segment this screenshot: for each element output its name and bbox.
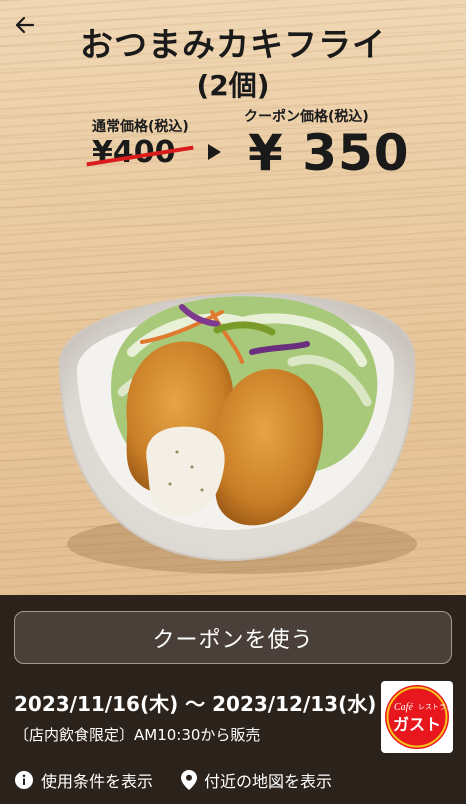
brand-cafe-text: Café — [394, 702, 413, 713]
nearby-map-link[interactable]: 付近の地図を表示 — [181, 768, 332, 792]
coupon-price: ¥ 350 — [248, 124, 410, 182]
location-pin-icon — [181, 770, 197, 790]
page-subtitle: (2個) — [196, 69, 270, 102]
terms-link[interactable]: 使用条件を表示 — [14, 768, 153, 792]
brand-name: ガスト — [393, 715, 441, 734]
availability-note: 〔店内飲食限定〕AM10:30から販売 — [14, 726, 261, 744]
regular-price-label: 通常価格(税込) — [92, 119, 189, 135]
coupon-price-label: クーポン価格(税込) — [244, 109, 369, 125]
brand-restaurant-text: レストラン — [418, 703, 450, 711]
use-coupon-button[interactable]: クーポンを使う — [14, 611, 452, 664]
validity-period: 2023/11/16(木) 〜 2023/12/13(水) — [14, 692, 377, 716]
hero-image: おつまみカキフライ (2個) 通常価格(税込) ¥400 クーポン価格(税込) … — [0, 0, 466, 595]
food-photo — [58, 293, 417, 574]
triangle-arrow-icon — [208, 144, 221, 160]
info-icon — [14, 770, 34, 790]
brand-logo: Café レストラン ガスト — [381, 681, 453, 753]
terms-link-label: 使用条件を表示 — [41, 772, 154, 791]
map-link-label: 付近の地図を表示 — [204, 772, 333, 791]
page-title: おつまみカキフライ — [80, 25, 386, 64]
